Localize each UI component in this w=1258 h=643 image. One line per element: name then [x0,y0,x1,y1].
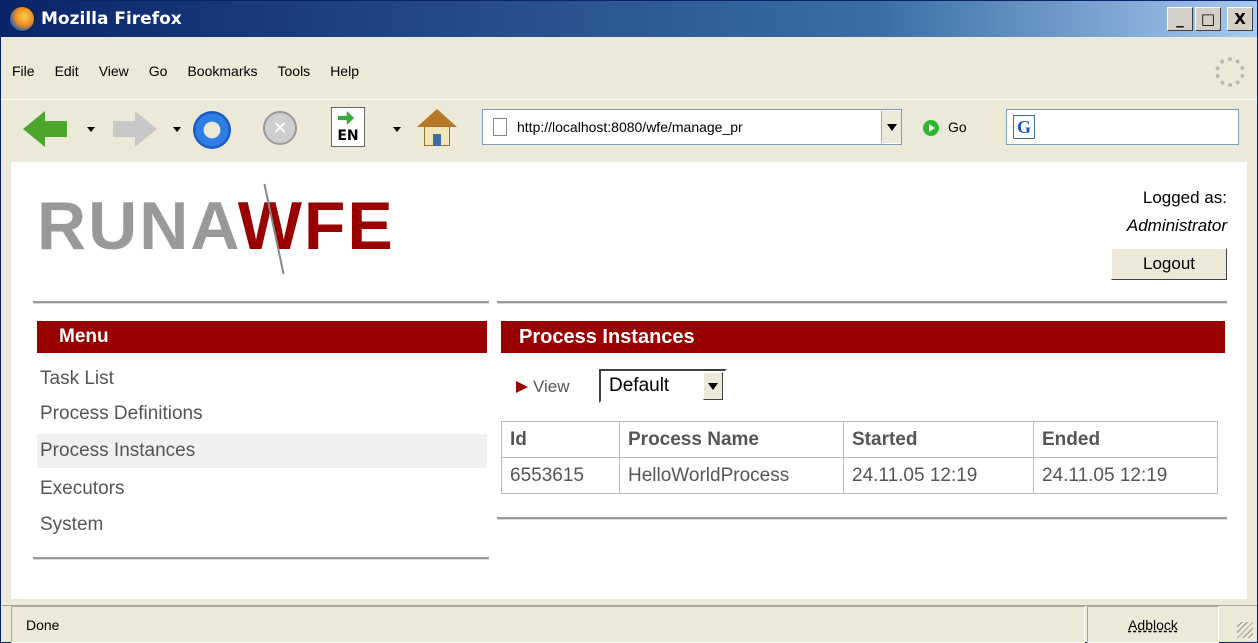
view-label[interactable]: View [533,377,570,397]
table-row[interactable]: 6553615 HelloWorldProcess 24.11.05 12:19… [501,457,1218,494]
back-history-dropdown-icon[interactable] [87,127,95,132]
menu-tools[interactable]: Tools [278,63,311,79]
view-select-value: Default [609,375,670,396]
close-button[interactable]: X [1227,7,1253,31]
go-button[interactable]: Go [948,119,967,135]
go-arrow [929,124,935,132]
table-header-row: Id Process Name Started Ended [501,421,1218,458]
menu-item-process-definitions[interactable]: Process Definitions [37,397,487,431]
title-bar[interactable]: Mozilla Firefox _ □ X [1,1,1257,37]
home-roof [417,109,457,127]
status-text: Done [11,606,1085,643]
cell-id[interactable]: 6553615 [501,457,620,494]
column-header-id[interactable]: Id [501,421,620,458]
main-top-divider [497,301,1227,304]
menu-item-task-list[interactable]: Task List [37,362,487,396]
view-select[interactable]: Default [599,369,727,403]
chevron-down-icon [708,382,718,390]
throbber-icon [1215,57,1245,87]
column-header-process-name[interactable]: Process Name [619,421,844,458]
logout-button[interactable]: Logout [1111,248,1227,280]
menu-help[interactable]: Help [330,63,359,79]
browser-window: Mozilla Firefox _ □ X File Edit View Go … [0,0,1258,643]
menu-header: Menu [37,321,487,353]
search-bar[interactable]: G [1006,109,1239,145]
menu-view[interactable]: View [99,63,129,79]
view-expand-icon[interactable] [516,381,528,393]
forward-history-dropdown-icon[interactable] [173,127,181,132]
column-header-started[interactable]: Started [843,421,1034,458]
menu-go[interactable]: Go [149,63,168,79]
menu-bookmarks[interactable]: Bookmarks [187,63,257,79]
back-arrow-icon [23,111,45,147]
logged-user-name: Administrator [1126,216,1227,235]
back-arrow-tail [45,121,67,137]
window-title: Mozilla Firefox [41,9,182,29]
back-button[interactable] [23,111,73,147]
menu-item-process-instances[interactable]: Process Instances [37,434,487,468]
stop-icon[interactable]: ✕ [263,111,297,145]
view-select-dropdown-button[interactable] [703,372,723,400]
menu-item-system[interactable]: System [37,508,487,542]
forward-arrow-icon [135,111,157,147]
logged-as-label: Logged as: [1142,188,1227,207]
firefox-logo-icon [9,6,35,32]
url-bar[interactable]: http://localhost:8080/wfe/manage_pr [482,109,902,145]
page-icon [493,118,507,136]
maximize-button[interactable]: □ [1195,7,1221,31]
url-dropdown-button[interactable] [881,111,901,143]
reload-icon[interactable] [193,111,231,149]
main-bottom-divider [497,517,1227,520]
chevron-down-icon [886,123,897,131]
url-input[interactable]: http://localhost:8080/wfe/manage_pr [517,119,881,135]
menu-bottom-divider [33,557,489,560]
forward-button[interactable] [113,111,163,147]
logo-wfe-text: WFE [237,188,395,264]
language-icon[interactable]: EN [331,107,365,147]
adblock-button[interactable]: Adblock [1087,606,1219,643]
menu-edit[interactable]: Edit [55,63,79,79]
menu-top-divider [33,301,489,304]
go-icon[interactable] [923,120,939,136]
language-label: EN [337,128,359,144]
logo-runa-text: RUNA [37,188,238,264]
status-bar: Done Adblock [1,605,1257,643]
resize-grip-icon[interactable] [1237,622,1253,638]
process-instances-table: Id Process Name Started Ended 6553615 He… [501,421,1218,494]
home-door [433,134,441,146]
home-icon[interactable] [417,109,457,147]
window-controls: _ □ X [1167,7,1253,31]
cell-started[interactable]: 24.11.05 12:19 [843,457,1034,494]
menu-item-executors[interactable]: Executors [37,472,487,506]
column-header-ended[interactable]: Ended [1033,421,1218,458]
menu-file[interactable]: File [12,63,35,79]
cell-process-name[interactable]: HelloWorldProcess [619,457,844,494]
google-search-engine-icon[interactable]: G [1013,115,1035,139]
minimize-button[interactable]: _ [1167,7,1193,31]
forward-arrow-tail [113,121,135,137]
cell-ended[interactable]: 24.11.05 12:19 [1033,457,1218,494]
process-instances-header: Process Instances [501,321,1225,353]
menu-bar: File Edit View Go Bookmarks Tools Help [1,57,1257,85]
language-dropdown-icon[interactable] [393,127,401,132]
runawfe-logo: RUNAWFE [37,191,395,261]
